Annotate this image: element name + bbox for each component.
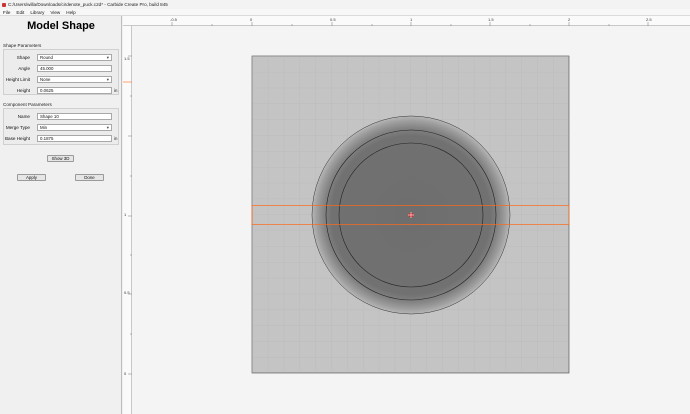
show-3d-button[interactable]: Show 3D <box>47 155 74 162</box>
menu-bar: File Edit Library View Help <box>0 9 690 16</box>
shape-parameters-label: Shape Parameters <box>3 43 42 48</box>
menu-edit[interactable]: Edit <box>16 10 24 15</box>
app-icon <box>2 2 6 7</box>
name-input[interactable]: Shape 10 <box>37 113 112 120</box>
ruler-top-ticks <box>171 22 649 26</box>
base-height-unit: in <box>114 136 118 141</box>
height-unit: in <box>114 88 118 93</box>
vertical-ruler: 1.5 1 0.5 0 <box>123 26 132 414</box>
menu-help[interactable]: Help <box>66 10 75 15</box>
height-input[interactable]: 0.0625 <box>37 87 112 94</box>
title-bar: C:/Users/willa/Downloads/cirdenote_puck.… <box>0 0 690 9</box>
name-label: Name <box>17 114 30 119</box>
base-height-input[interactable]: 0.1875 <box>37 135 112 142</box>
done-button[interactable]: Done <box>75 174 104 181</box>
height-limit-select[interactable]: None <box>37 76 112 83</box>
height-limit-label: Height Limit <box>5 77 30 82</box>
menu-view[interactable]: View <box>50 10 60 15</box>
height-label: Height <box>16 88 30 93</box>
merge-type-label: Merge Type <box>5 125 30 130</box>
shape-label: Shape <box>16 55 30 60</box>
shape-select[interactable]: Round <box>37 54 112 61</box>
component-parameters-group: Name Shape 10 Merge Type Min Base Height… <box>3 108 119 145</box>
merge-type-select[interactable]: Min <box>37 124 112 131</box>
angle-label: Angle <box>18 66 30 71</box>
design-canvas[interactable] <box>123 16 690 414</box>
menu-library[interactable]: Library <box>30 10 44 15</box>
component-parameters-label: Component Parameters <box>3 102 52 107</box>
model-shape-panel: Model Shape Shape Parameters Shape Round… <box>0 16 122 414</box>
panel-title: Model Shape <box>27 20 95 32</box>
apply-button[interactable]: Apply <box>17 174 46 181</box>
menu-file[interactable]: File <box>3 10 10 15</box>
base-height-label: Base Height <box>4 136 30 141</box>
window-title: C:/Users/willa/Downloads/cirdenote_puck.… <box>8 2 168 7</box>
shape-parameters-group: Shape Round Angle 45.000 Height Limit No… <box>3 49 119 95</box>
angle-input[interactable]: 45.000 <box>37 65 112 72</box>
horizontal-ruler: -0.5 0 0.5 1 1.5 2 2.5 <box>123 16 690 26</box>
ruler-left-ticks <box>123 55 132 375</box>
